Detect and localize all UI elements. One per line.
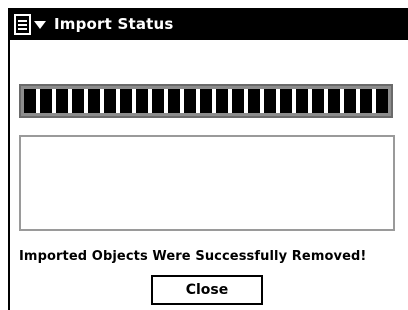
progress-fill <box>24 89 388 113</box>
document-menu-icon <box>14 13 31 35</box>
status-message: Imported Objects Were Successfully Remov… <box>19 249 367 264</box>
title-bar: Import Status <box>8 8 408 40</box>
import-status-window: Import Status Imported Objects Were Succ… <box>0 0 408 310</box>
caret-down-icon <box>34 21 46 29</box>
progress-bar <box>19 84 393 118</box>
window-left-border <box>8 40 10 310</box>
window-menu-button[interactable] <box>10 8 46 40</box>
close-button[interactable]: Close <box>151 275 263 305</box>
progress-track <box>24 89 388 113</box>
status-list-box <box>19 135 395 231</box>
window-title: Import Status <box>54 15 174 33</box>
